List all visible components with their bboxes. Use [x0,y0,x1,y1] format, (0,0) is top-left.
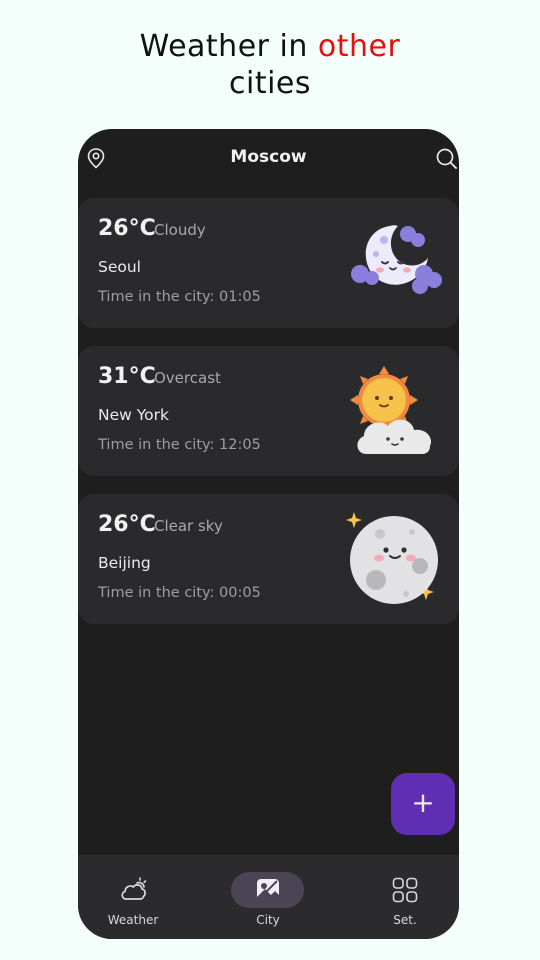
current-city-title: Moscow [230,147,307,167]
time-label: Time in the city: [98,289,215,305]
top-bar: Moscow [78,129,459,187]
moon-with-clouds-icon [351,225,442,294]
temperature: 31°C [98,364,156,389]
time-label: Time in the city: [98,585,215,601]
nav-item-city[interactable]: City [213,855,323,939]
local-time: Time in the city: 00:05 [98,585,261,601]
city-card-seoul[interactable]: 26°C Cloudy Seoul Time in the city: 01:0… [78,198,459,328]
local-time: Time in the city: 01:05 [98,289,261,305]
headline-text: Weather in [139,29,318,64]
nav-item-weather[interactable]: Weather [78,855,188,939]
time-value: 01:05 [219,289,261,305]
time-value: 12:05 [219,437,261,453]
headline-line-1: Weather in other [0,28,540,65]
bottom-navigation: Weather City Set. [78,855,459,939]
headline-line-2: cities [228,66,311,101]
headline-accent-text: other [317,29,401,64]
nav-label: Set. [393,913,417,927]
condition: Clear sky [154,517,223,535]
time-label: Time in the city: [98,437,215,453]
phone-screen: Moscow 26°C Cloudy Seoul Time in the cit… [78,129,459,939]
local-time: Time in the city: 12:05 [98,437,261,453]
city-name: Beijing [98,554,151,572]
condition: Cloudy [154,221,206,239]
cloud-sun-icon [121,877,147,900]
city-name: New York [98,406,169,424]
sun-behind-cloud-icon [350,366,432,454]
nav-label: City [256,913,280,927]
time-value: 00:05 [219,585,261,601]
promo-headline: Weather in other cities [0,28,540,102]
nav-item-settings[interactable]: Set. [350,855,459,939]
add-city-button[interactable]: + [391,773,455,835]
grid-icon [392,877,418,903]
city-name: Seoul [98,258,141,276]
condition: Overcast [154,369,221,387]
full-moon-icon [346,512,438,604]
temperature: 26°C [98,512,156,537]
nav-label: Weather [107,913,159,927]
city-card-new-york[interactable]: 31°C Overcast New York Time in the city:… [78,346,459,476]
temperature: 26°C [98,216,156,241]
search-icon[interactable] [435,147,457,169]
city-card-beijing[interactable]: 26°C Clear sky Beijing Time in the city:… [78,494,459,624]
city-image-icon [257,879,279,901]
